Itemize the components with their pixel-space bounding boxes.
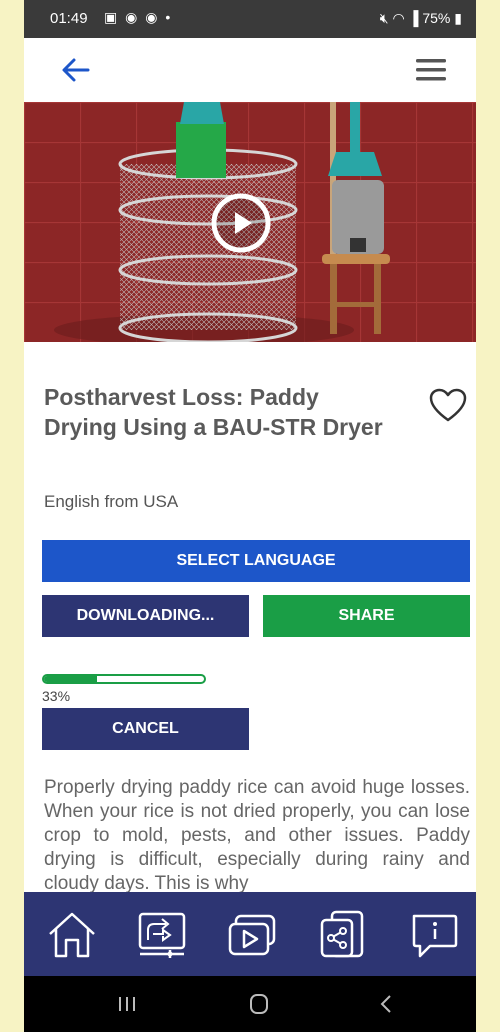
current-language: English from USA — [44, 492, 179, 511]
battery-icon: ▮ — [454, 10, 462, 26]
download-progress-bar — [42, 674, 206, 684]
video-details: Postharvest Loss: Paddy Drying Using a B… — [24, 342, 476, 892]
notification-icons: ▣ ◉ ◉ • — [104, 9, 173, 25]
share-button[interactable]: SHARE — [263, 595, 470, 637]
cancel-button[interactable]: CANCEL — [42, 708, 249, 750]
video-player[interactable] — [24, 102, 476, 342]
download-progress-label: 33% — [42, 688, 71, 704]
home-icon[interactable] — [46, 910, 98, 960]
back-button-icon[interactable] — [372, 990, 402, 1018]
mute-icon: 🔇︎ — [379, 10, 389, 26]
status-right: 🔇︎ ◠ ▐ 75% ▮ — [380, 10, 462, 27]
heart-icon[interactable] — [428, 388, 468, 424]
menu-icon[interactable] — [416, 58, 446, 82]
select-language-button[interactable]: SELECT LANGUAGE — [42, 540, 470, 582]
downloading-button[interactable]: DOWNLOADING... — [42, 595, 249, 637]
video-title: Postharvest Loss: Paddy Drying Using a B… — [44, 384, 383, 440]
status-time: 01:49 — [50, 10, 88, 27]
video-description: Properly drying paddy rice can avoid hug… — [44, 777, 470, 892]
recent-apps-icon[interactable] — [112, 990, 142, 1018]
home-button-icon[interactable] — [244, 990, 274, 1018]
back-arrow-icon[interactable] — [60, 56, 92, 84]
videos-icon[interactable] — [226, 910, 278, 960]
download-progress-fill — [44, 676, 97, 682]
wifi-icon: ◠ — [392, 10, 405, 26]
phone-screen: 01:49 ▣ ◉ ◉ • 🔇︎ ◠ ▐ 75% ▮ Postharvest L… — [24, 0, 476, 1032]
app-bar — [24, 38, 476, 102]
system-navigation-bar — [24, 976, 476, 1032]
signal-icon: ▐ — [408, 10, 419, 26]
play-icon[interactable] — [210, 192, 272, 254]
battery-level: 75% — [422, 10, 451, 26]
info-icon[interactable] — [408, 910, 460, 960]
presentation-icon[interactable] — [136, 910, 188, 960]
bottom-navigation — [24, 892, 476, 976]
status-bar: 01:49 ▣ ◉ ◉ • 🔇︎ ◠ ▐ 75% ▮ — [24, 0, 476, 38]
share-device-icon[interactable] — [316, 910, 368, 960]
